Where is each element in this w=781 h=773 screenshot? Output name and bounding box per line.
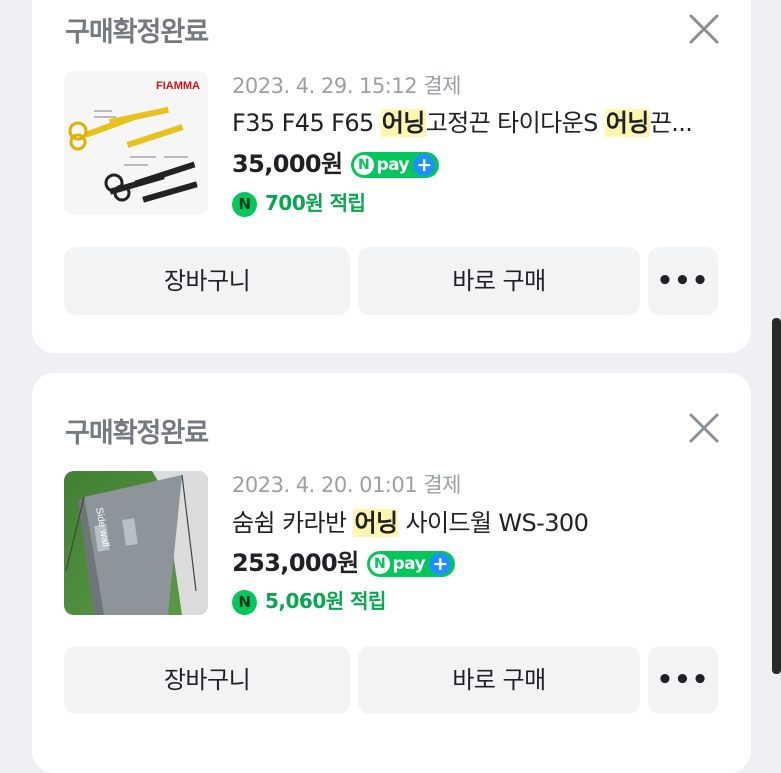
product-title[interactable]: F35 F45 F65 어닝고정끈 타이다운S 어닝끈... bbox=[232, 103, 722, 138]
product-thumbnail[interactable]: Side wall bbox=[64, 471, 208, 615]
points-earned: N 700원 적립 bbox=[232, 187, 366, 217]
keyword-highlight: 어닝 bbox=[604, 109, 650, 137]
product-thumbnail[interactable]: FIAMMA bbox=[64, 71, 208, 215]
points-earned: N 5,060원 적립 bbox=[232, 585, 386, 615]
brand-logo: FIAMMA bbox=[156, 80, 200, 92]
add-to-cart-button[interactable]: 장바구니 bbox=[64, 646, 350, 714]
more-icon[interactable]: ••• bbox=[648, 247, 718, 315]
npay-plus-icon: + bbox=[412, 154, 435, 176]
order-card: 구매확정완료 Side wall 2023. 4. 20. 01:01 결제 숨… bbox=[32, 373, 751, 773]
price-value: 253,000원 bbox=[232, 549, 359, 577]
add-to-cart-button[interactable]: 장바구니 bbox=[64, 247, 350, 315]
naver-n-icon: N bbox=[353, 155, 374, 175]
product-price: 253,000원 Npay + bbox=[232, 543, 455, 578]
scrollbar[interactable] bbox=[772, 318, 781, 674]
points-label: 700원 적립 bbox=[265, 191, 366, 215]
order-status: 구매확정완료 bbox=[65, 418, 209, 449]
title-part: F35 F45 F65 bbox=[232, 109, 381, 137]
keyword-highlight: 어닝 bbox=[353, 509, 399, 537]
title-part: 고정끈 타이다운S bbox=[425, 109, 605, 137]
points-label: 5,060원 적립 bbox=[265, 589, 386, 613]
keyword-highlight: 어닝 bbox=[380, 109, 426, 137]
npay-badge: Npay + bbox=[350, 152, 439, 178]
order-card: 구매확정완료 FIAMMA 2023. 4. 29. 15:12 결제 F35 … bbox=[32, 0, 751, 353]
buy-now-button[interactable]: 바로 구매 bbox=[358, 646, 640, 714]
npay-plus-icon: + bbox=[429, 553, 451, 575]
naver-points-icon: N bbox=[232, 590, 257, 615]
npay-label: pay bbox=[376, 155, 410, 175]
product-image: FIAMMA bbox=[64, 71, 208, 215]
close-icon[interactable] bbox=[687, 411, 721, 445]
title-part: 사이드월 WS-300 bbox=[398, 509, 589, 537]
title-part: 끈... bbox=[649, 109, 693, 137]
naver-n-icon: N bbox=[369, 554, 390, 574]
product-title[interactable]: 숨쉼 카라반 어닝 사이드월 WS-300 bbox=[232, 503, 722, 538]
close-icon[interactable] bbox=[687, 12, 721, 46]
buy-now-button[interactable]: 바로 구매 bbox=[358, 247, 640, 315]
title-part: 숨쉼 카라반 bbox=[232, 509, 354, 537]
order-status: 구매확정완료 bbox=[65, 17, 209, 48]
npay-label: pay bbox=[392, 554, 426, 574]
price-value: 35,000원 bbox=[232, 150, 343, 178]
naver-points-icon: N bbox=[232, 192, 257, 217]
npay-badge: Npay + bbox=[366, 551, 455, 577]
product-image: Side wall bbox=[64, 471, 208, 615]
order-date: 2023. 4. 20. 01:01 결제 bbox=[232, 473, 461, 497]
product-price: 35,000원 Npay + bbox=[232, 144, 439, 179]
more-icon[interactable]: ••• bbox=[648, 646, 718, 714]
order-date: 2023. 4. 29. 15:12 결제 bbox=[232, 74, 461, 98]
